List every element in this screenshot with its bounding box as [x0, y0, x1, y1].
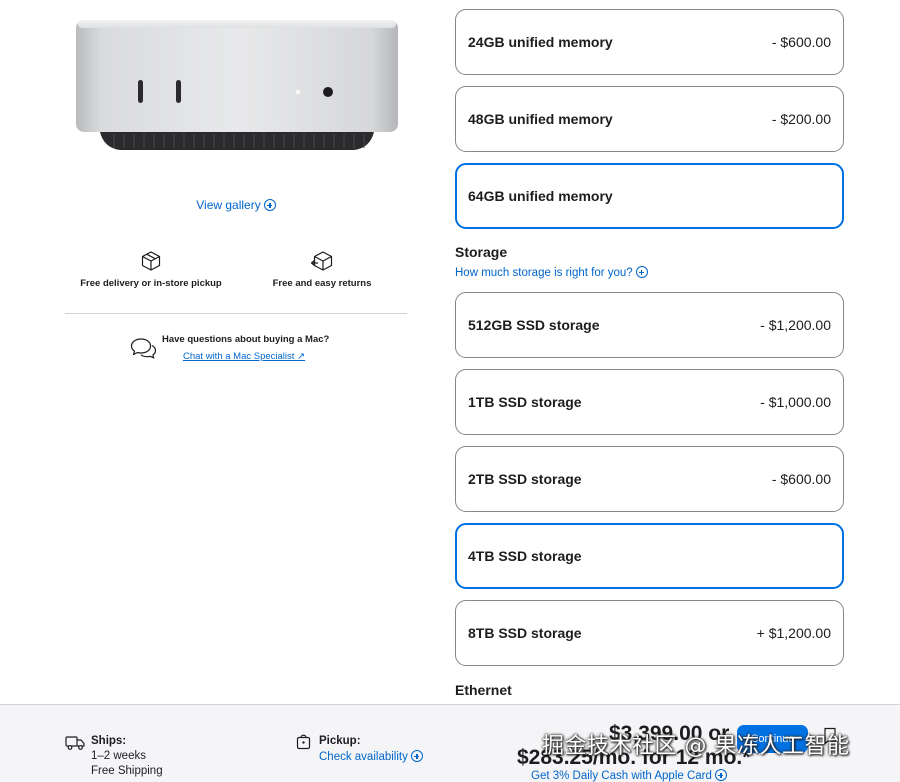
option-price: - $200.00 [771, 111, 831, 127]
option-label: 2TB SSD storage [468, 471, 582, 487]
option-price: - $600.00 [771, 34, 831, 50]
option-label: 512GB SSD storage [468, 317, 600, 333]
divider [65, 313, 407, 314]
option-storage-1tb[interactable]: 1TB SSD storage - $1,000.00 [455, 369, 844, 435]
option-label: 64GB unified memory [468, 188, 613, 204]
apple-card-label: Get 3% Daily Cash with Apple Card [531, 770, 712, 782]
view-gallery-label: View gallery [196, 198, 261, 212]
view-gallery-link[interactable]: View gallery [0, 198, 472, 212]
option-storage-8tb[interactable]: 8TB SSD storage + $1,200.00 [455, 600, 844, 666]
apple-card-link[interactable]: Get 3% Daily Cash with Apple Card [531, 769, 727, 782]
option-storage-512gb[interactable]: 512GB SSD storage - $1,200.00 [455, 292, 844, 358]
option-memory-64gb[interactable]: 64GB unified memory [455, 163, 844, 229]
option-storage-4tb[interactable]: 4TB SSD storage [455, 523, 844, 589]
option-label: 48GB unified memory [468, 111, 613, 127]
delivery-label: Free delivery or in-store pickup [80, 278, 222, 289]
option-label: 24GB unified memory [468, 34, 613, 50]
option-price: + $1,200.00 [756, 625, 831, 641]
option-storage-2tb[interactable]: 2TB SSD storage - $600.00 [455, 446, 844, 512]
help-question: Have questions about buying a Mac? [162, 334, 330, 345]
check-availability-link[interactable]: Check availability [319, 750, 423, 763]
watermark: 掘金技术社区 @ 果冻人工智能 [542, 734, 850, 759]
ships-time: 1–2 weeks [91, 750, 146, 762]
box-icon [141, 251, 161, 271]
perk-returns: Free and easy returns [250, 250, 394, 289]
option-price: - $600.00 [771, 471, 831, 487]
option-price: - $1,000.00 [760, 394, 831, 410]
check-availability-label: Check availability [319, 751, 408, 763]
ships-shipping: Free Shipping [91, 765, 163, 777]
truck-icon [65, 736, 85, 750]
storage-help-link[interactable]: How much storage is right for you? [455, 266, 648, 279]
plus-circle-icon [714, 769, 727, 781]
product-image [74, 20, 400, 155]
option-label: 1TB SSD storage [468, 394, 582, 410]
ships-title: Ships: [91, 735, 127, 747]
perk-delivery: Free delivery or in-store pickup [70, 250, 232, 289]
return-box-icon [310, 251, 333, 271]
chat-specialist-link[interactable]: Chat with a Mac Specialist ↗ [183, 351, 329, 362]
chat-bubbles-icon [130, 338, 157, 359]
ethernet-title: Ethernet [455, 682, 512, 698]
option-memory-24gb[interactable]: 24GB unified memory - $600.00 [455, 9, 844, 75]
plus-circle-icon [410, 750, 423, 762]
store-bag-icon [296, 734, 311, 750]
storage-help-label: How much storage is right for you? [455, 267, 633, 279]
option-price: - $1,200.00 [760, 317, 831, 333]
pickup-title: Pickup: [319, 735, 361, 747]
plus-circle-icon [635, 266, 648, 278]
option-label: 8TB SSD storage [468, 625, 582, 641]
plus-circle-icon [263, 199, 276, 211]
returns-label: Free and easy returns [272, 278, 372, 289]
storage-title: Storage [455, 244, 508, 260]
option-memory-48gb[interactable]: 48GB unified memory - $200.00 [455, 86, 844, 152]
option-label: 4TB SSD storage [468, 548, 582, 564]
